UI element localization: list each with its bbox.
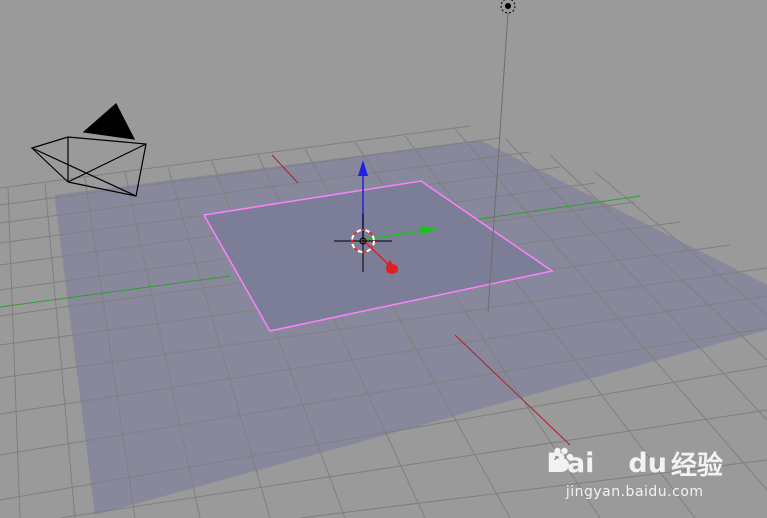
3d-viewport[interactable]: Bai du 经验 jingyan.baidu.com	[0, 0, 767, 518]
watermark-url: jingyan.baidu.com	[565, 484, 704, 500]
lamp-dot-icon	[505, 3, 511, 9]
gizmo-x-head[interactable]	[386, 264, 398, 274]
viewport-canvas[interactable]	[0, 0, 767, 518]
paw-icon	[549, 447, 626, 479]
watermark-cn-text: 经验	[670, 451, 723, 481]
watermark-logo-right: du	[628, 448, 667, 479]
baidu-watermark: Bai du 经验 jingyan.baidu.com	[546, 445, 723, 500]
